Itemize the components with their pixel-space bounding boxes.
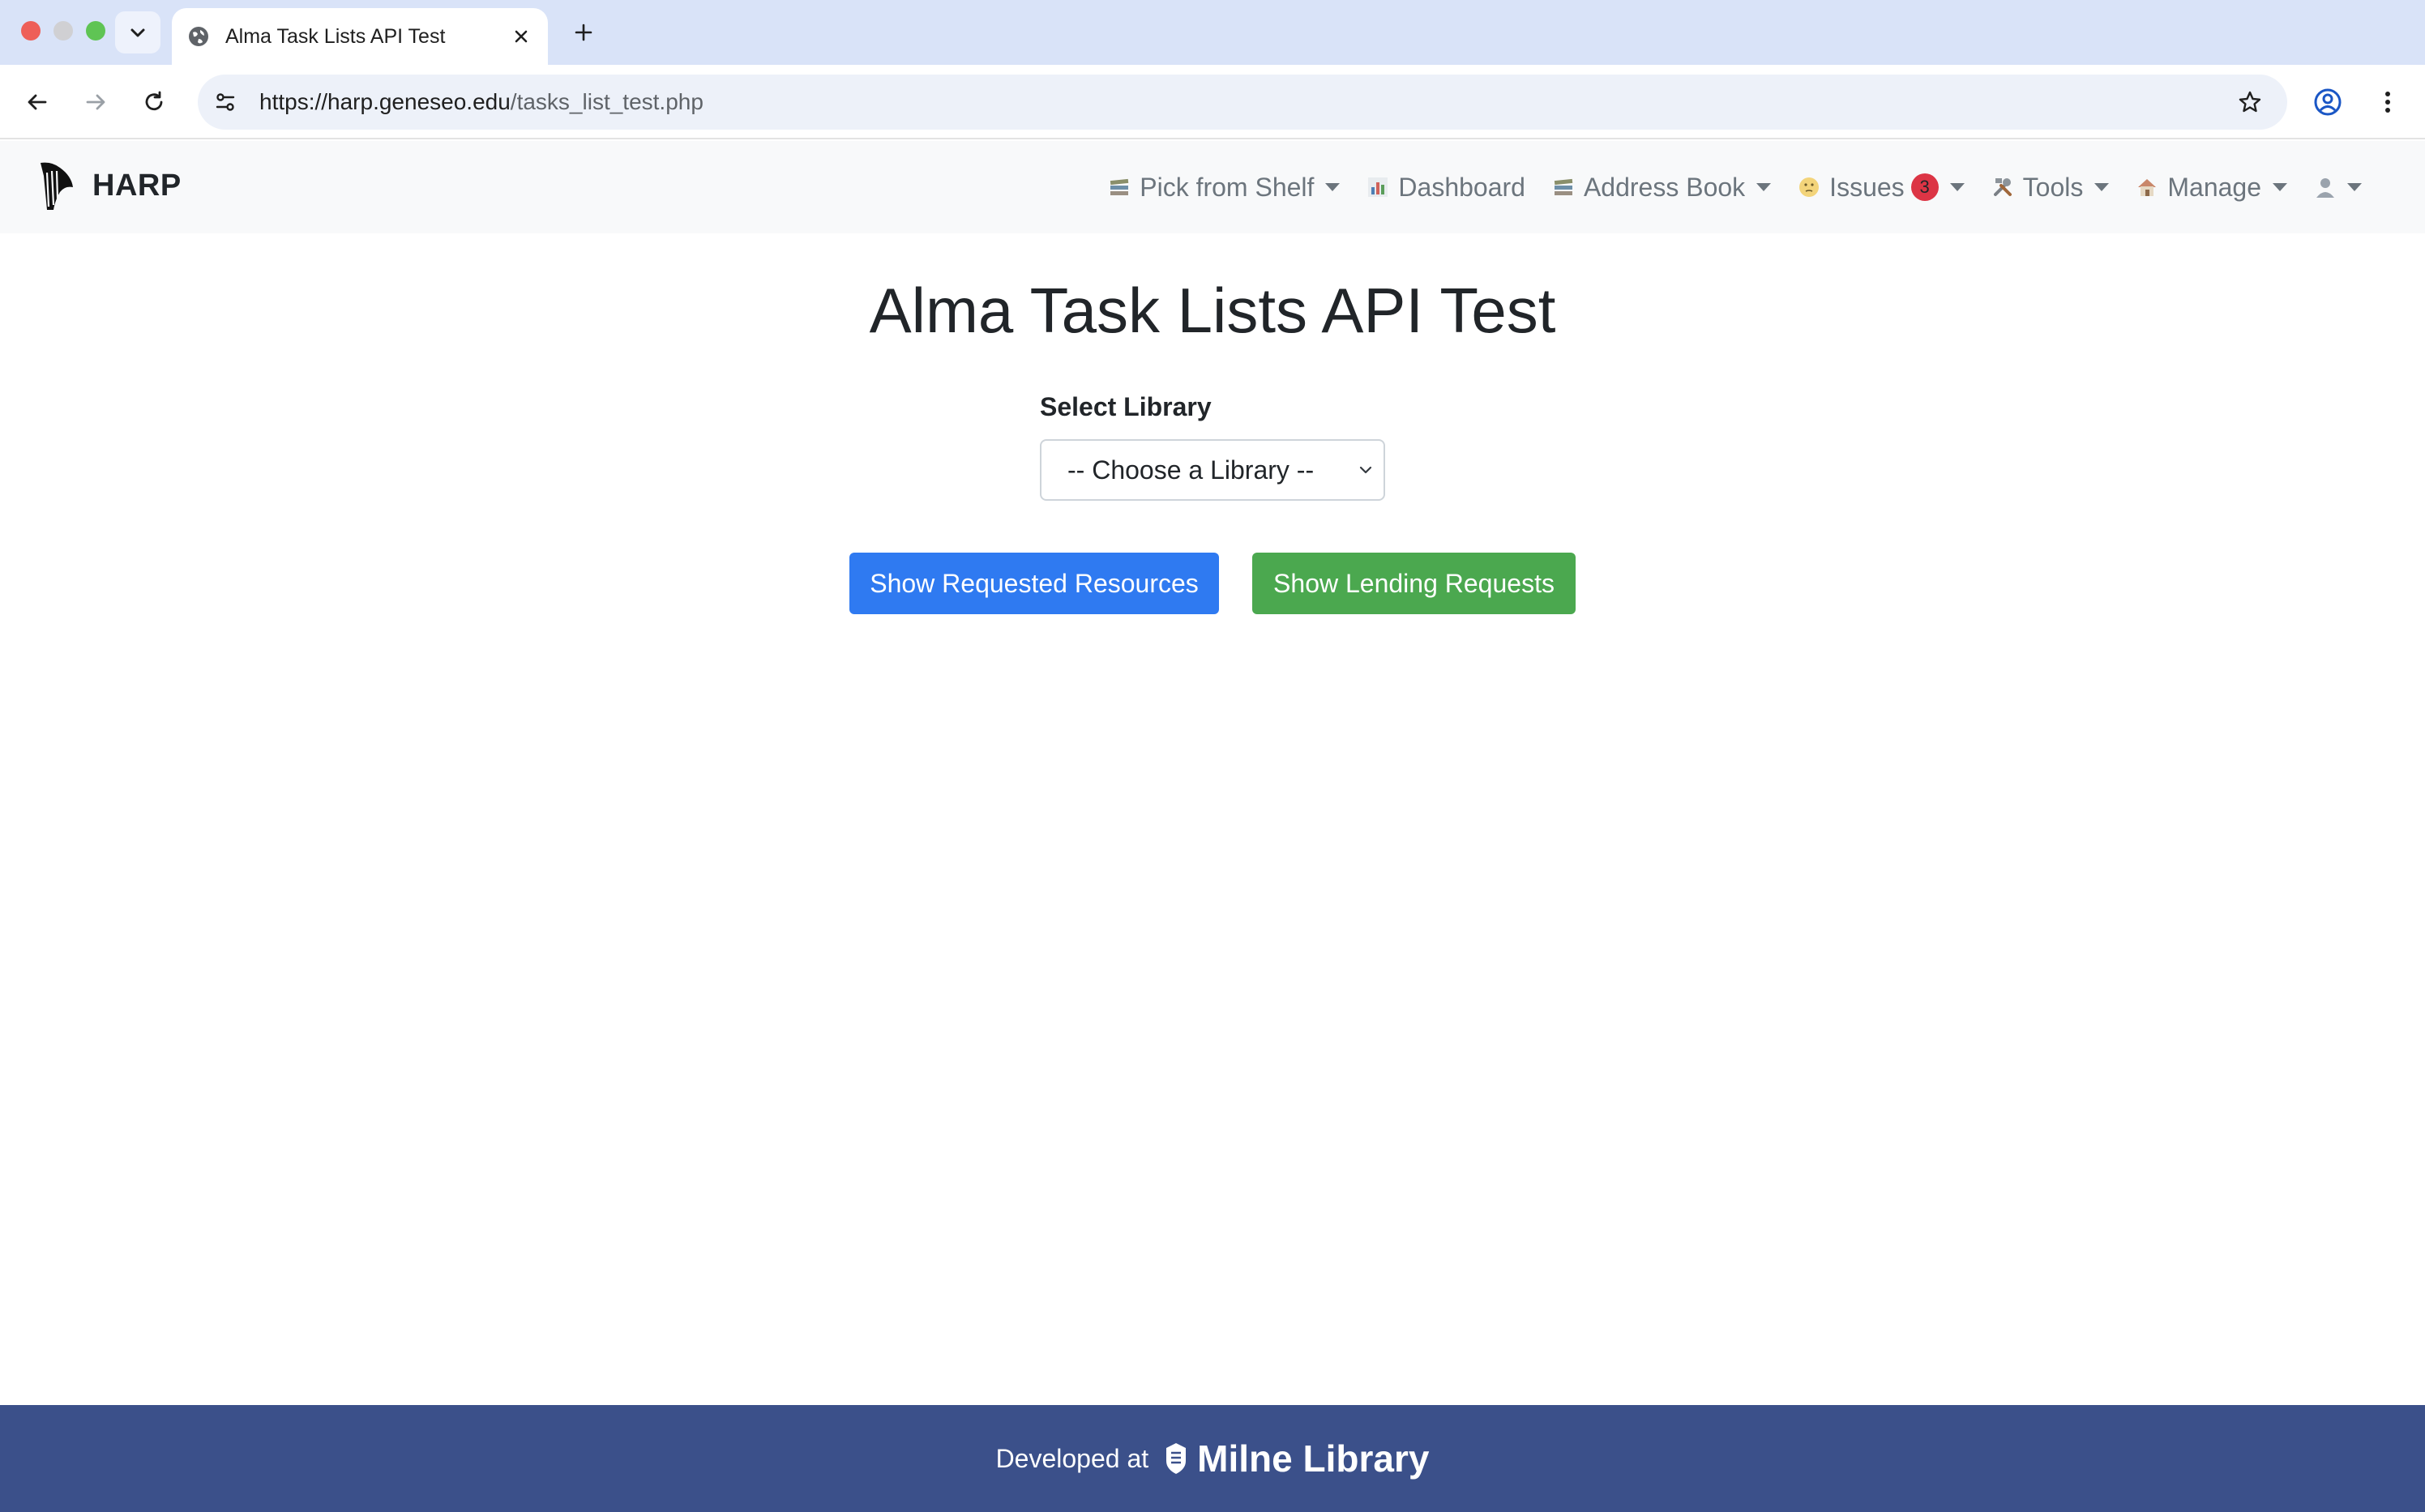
close-tab-icon[interactable] <box>509 24 533 49</box>
user-icon <box>2313 175 2337 199</box>
nav-user-menu[interactable] <box>2313 175 2362 199</box>
window-maximize-button[interactable] <box>86 21 105 41</box>
nav-label: Address Book <box>1583 172 1746 202</box>
tools-icon <box>1991 175 2015 199</box>
nav-dashboard[interactable]: Dashboard <box>1366 173 1525 203</box>
nav-menu: Pick from Shelf Dashboard Address Book I… <box>1107 141 2362 233</box>
nav-label: Manage <box>2167 172 2261 202</box>
nav-label: Issues <box>1829 172 1905 202</box>
caret-down-icon <box>1949 183 1965 191</box>
browser-toolbar: https://harp.geneseo.edu/tasks_list_test… <box>0 65 2425 139</box>
page-title: Alma Task Lists API Test <box>869 275 1556 346</box>
browser-tab-strip: Alma Task Lists API Test <box>0 0 2425 65</box>
caret-down-icon <box>2273 183 2287 191</box>
reload-button[interactable] <box>135 83 173 122</box>
show-lending-requests-button[interactable]: Show Lending Requests <box>1252 553 1576 614</box>
page-footer: Developed at Milne Library <box>0 1405 2425 1512</box>
url-text: https://harp.geneseo.edu/tasks_list_test… <box>259 89 704 114</box>
harp-logo-icon <box>41 162 73 210</box>
library-select[interactable]: -- Choose a Library -- <box>1040 439 1385 501</box>
more-vertical-icon <box>2385 92 2390 113</box>
nav-tools[interactable]: Tools <box>1991 173 2110 203</box>
browser-menu-button[interactable] <box>2368 83 2407 122</box>
nav-label: Tools <box>2022 172 2084 202</box>
nav-label: Dashboard <box>1398 172 1525 202</box>
tab-title: Alma Task Lists API Test <box>225 24 446 48</box>
arrow-left-icon <box>28 94 47 110</box>
books-icon <box>1551 175 1576 199</box>
milne-library-emblem-icon <box>1166 1443 1187 1474</box>
nav-manage[interactable]: Manage <box>2135 173 2287 203</box>
house-icon <box>2135 175 2159 199</box>
new-tab-button[interactable] <box>567 16 600 49</box>
caret-down-icon <box>2094 183 2110 191</box>
nav-label: Pick from Shelf <box>1140 172 1315 202</box>
chevron-down-icon <box>1359 466 1372 474</box>
arrow-right-icon <box>86 94 105 110</box>
chevron-down-icon <box>130 28 145 37</box>
bookmark-star-icon[interactable] <box>2230 83 2269 122</box>
library-select-value: -- Choose a Library -- <box>1067 455 1315 485</box>
browser-tab[interactable]: Alma Task Lists API Test <box>172 8 548 65</box>
site-info-icon[interactable] <box>201 78 250 126</box>
books-icon <box>1107 175 1131 199</box>
caret-down-icon <box>1325 183 1341 191</box>
brand-name: HARP <box>92 168 182 203</box>
thinking-face-icon <box>1797 175 1821 199</box>
issues-count-badge: 3 <box>1910 173 1939 201</box>
caret-down-icon <box>1756 183 1772 191</box>
tab-search-button[interactable] <box>115 11 160 53</box>
window-close-button[interactable] <box>21 21 41 41</box>
footer-text: Developed at <box>995 1443 1149 1473</box>
profile-button[interactable] <box>2308 83 2347 122</box>
show-requested-resources-button[interactable]: Show Requested Resources <box>849 553 1219 614</box>
back-button[interactable] <box>18 83 57 122</box>
forward-button[interactable] <box>76 83 115 122</box>
milne-library-logo[interactable]: Milne Library <box>1163 1437 1429 1480</box>
reload-icon <box>145 91 163 111</box>
address-bar[interactable]: https://harp.geneseo.edu/tasks_list_test… <box>198 75 2287 130</box>
select-library-label: Select Library <box>1040 392 1212 421</box>
brand-link[interactable]: HARP <box>36 157 182 214</box>
nav-address-book[interactable]: Address Book <box>1551 172 1772 203</box>
plus-icon <box>575 23 592 41</box>
globe-icon <box>189 27 208 46</box>
account-circle-icon <box>2314 88 2342 116</box>
footer-logo-text: Milne Library <box>1197 1437 1430 1480</box>
bar-chart-icon <box>1366 175 1390 199</box>
window-minimize-button[interactable] <box>53 21 73 41</box>
caret-down-icon <box>2347 183 2362 191</box>
nav-issues[interactable]: Issues 3 <box>1797 172 1965 203</box>
nav-pick-from-shelf[interactable]: Pick from Shelf <box>1107 172 1341 203</box>
app-navbar: HARP Pick from Shelf Dashboard Address B… <box>0 141 2425 233</box>
